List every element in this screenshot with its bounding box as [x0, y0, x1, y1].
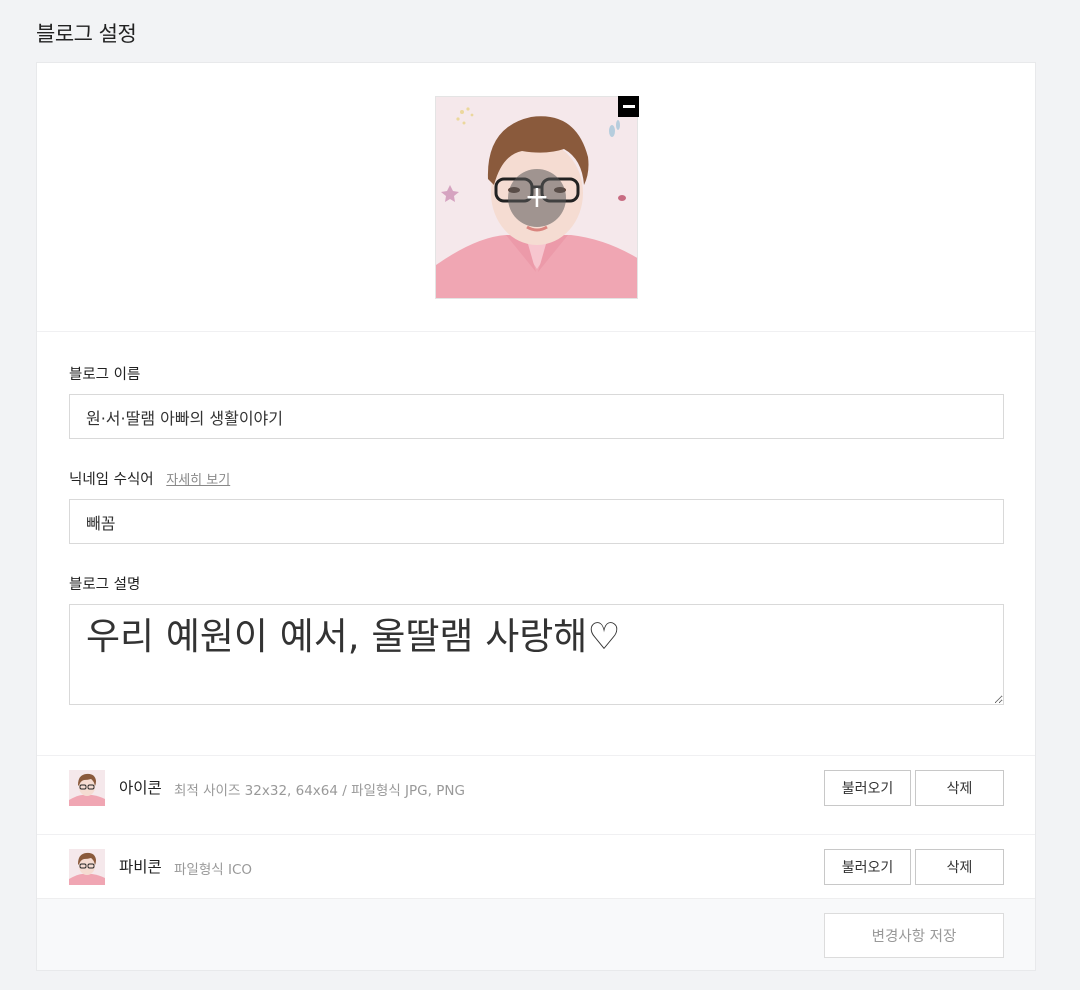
- favicon-thumbnail-illustration: [69, 849, 105, 885]
- settings-card: + 블로그 이름 닉네임 수식어 자세히 보기 블로그 설명 우리 예원이 예서…: [36, 62, 1036, 971]
- favicon-load-button[interactable]: 불러오기: [824, 849, 911, 885]
- icon-delete-button[interactable]: 삭제: [915, 770, 1004, 806]
- icon-row-desc: 최적 사이즈 32x32, 64x64 / 파일형식 JPG, PNG: [174, 783, 465, 799]
- nickname-label-text: 닉네임 수식어: [69, 472, 154, 488]
- settings-footer: 변경사항 저장: [37, 898, 1035, 970]
- favicon-row-title: 파비콘: [119, 858, 162, 876]
- blog-name-label-text: 블로그 이름: [69, 367, 141, 383]
- favicon-delete-button[interactable]: 삭제: [915, 849, 1004, 885]
- add-photo-button[interactable]: +: [508, 169, 566, 227]
- minus-icon: [622, 105, 635, 108]
- description-label: 블로그 설명: [69, 573, 140, 594]
- profile-image-section: +: [37, 63, 1035, 332]
- blog-name-input[interactable]: [69, 394, 1004, 439]
- favicon-thumbnail: [69, 849, 105, 885]
- blog-name-label: 블로그 이름: [69, 363, 140, 384]
- plus-icon: +: [524, 180, 550, 215]
- page-title: 블로그 설정: [36, 22, 137, 46]
- icon-setting-row: 아이콘 최적 사이즈 32x32, 64x64 / 파일형식 JPG, PNG …: [37, 755, 1035, 835]
- favicon-row-desc: 파일형식 ICO: [174, 862, 253, 878]
- icon-thumbnail: [69, 770, 105, 806]
- icon-row-title: 아이콘: [119, 779, 162, 797]
- nickname-label: 닉네임 수식어 자세히 보기: [69, 468, 230, 489]
- description-textarea[interactable]: 우리 예원이 예서, 울딸램 사랑해♡: [69, 604, 1004, 705]
- save-changes-button[interactable]: 변경사항 저장: [824, 913, 1004, 958]
- profile-image[interactable]: +: [435, 96, 638, 299]
- nickname-more-link[interactable]: 자세히 보기: [166, 473, 230, 488]
- icon-thumbnail-illustration: [69, 770, 105, 806]
- nickname-input[interactable]: [69, 499, 1004, 544]
- icon-load-button[interactable]: 불러오기: [824, 770, 911, 806]
- remove-photo-button[interactable]: [618, 96, 639, 117]
- description-label-text: 블로그 설명: [69, 577, 141, 593]
